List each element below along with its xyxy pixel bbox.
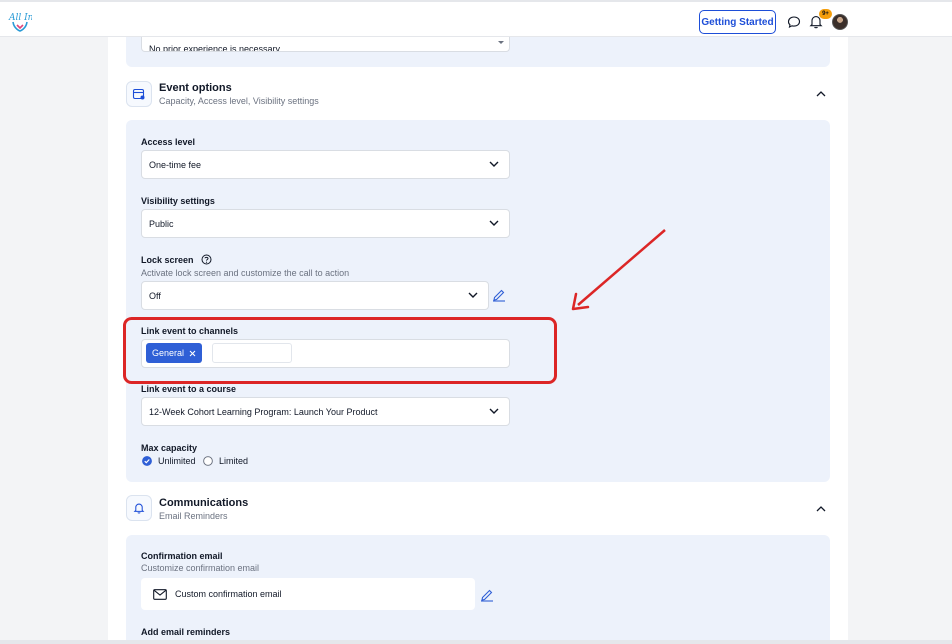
- communications-subtitle: Email Reminders: [159, 511, 228, 521]
- max-capacity-label: Max capacity: [141, 443, 198, 453]
- confirmation-email-label: Confirmation email: [141, 551, 223, 561]
- email-reminders-label: Add email reminders: [141, 627, 231, 637]
- link-course-select[interactable]: 12-Week Cohort Learning Program: Launch …: [141, 397, 510, 426]
- link-channels-label: Link event to channels: [141, 326, 239, 336]
- svg-text:All In: All In: [8, 13, 32, 23]
- confirmation-email-row-label: Custom confirmation email: [175, 589, 282, 599]
- access-level-select[interactable]: One-time fee: [141, 150, 510, 179]
- avatar[interactable]: [832, 14, 848, 30]
- getting-started-button[interactable]: Getting Started: [699, 10, 776, 34]
- channel-chip-label: General: [152, 348, 185, 358]
- edit-pencil-icon[interactable]: [492, 288, 506, 302]
- help-circle-icon[interactable]: [201, 254, 212, 265]
- calendar-settings-icon: [132, 88, 145, 100]
- lock-screen-label: Lock screen: [141, 255, 194, 265]
- radio-limited-label[interactable]: Limited: [219, 456, 248, 466]
- channel-chip[interactable]: General: [146, 343, 203, 363]
- event-options-subtitle: Capacity, Access level, Visibility setti…: [159, 96, 319, 106]
- chevron-down-icon: [489, 161, 499, 167]
- chevron-down-icon: [489, 408, 499, 414]
- event-options-title: Event options: [159, 82, 232, 94]
- radio-unlimited-checked[interactable]: [142, 456, 152, 466]
- communications-icon-box: [126, 495, 152, 521]
- lock-screen-select[interactable]: Off: [141, 281, 489, 310]
- link-course-value: 12-Week Cohort Learning Program: Launch …: [149, 406, 378, 417]
- prev-dropdown[interactable]: No prior experience is necessary: [141, 37, 510, 52]
- visibility-label: Visibility settings: [141, 196, 215, 206]
- app-logo[interactable]: All In: [8, 9, 32, 33]
- link-course-label: Link event to a course: [141, 384, 237, 394]
- chat-icon[interactable]: [787, 15, 801, 29]
- top-bar: All In Getting Started 9+: [0, 0, 952, 37]
- access-level-label: Access level: [141, 137, 196, 147]
- confirmation-email-helper: Customize confirmation email: [141, 563, 260, 573]
- event-options-icon-box: [126, 81, 152, 107]
- radio-limited[interactable]: [203, 456, 213, 466]
- visibility-value: Public: [149, 218, 174, 229]
- communications-title: Communications: [159, 497, 249, 509]
- radio-unlimited-label[interactable]: Unlimited: [158, 456, 196, 466]
- chevron-down-icon: [468, 292, 478, 298]
- confirmation-email-row[interactable]: Custom confirmation email: [141, 578, 475, 610]
- close-icon[interactable]: [189, 350, 196, 357]
- notification-badge: 9+: [819, 9, 832, 19]
- channel-search-input[interactable]: [212, 343, 292, 363]
- bottom-edge: [0, 640, 952, 644]
- edit-pencil-icon[interactable]: [480, 588, 494, 602]
- caret-down-icon: [498, 41, 504, 44]
- access-level-value: One-time fee: [149, 159, 202, 170]
- lock-screen-helper: Activate lock screen and customize the c…: [141, 268, 350, 278]
- mail-icon: [153, 588, 167, 600]
- visibility-select[interactable]: Public: [141, 209, 510, 238]
- bell-icon: [133, 503, 145, 514]
- collapse-chevron-icon[interactable]: [816, 505, 826, 512]
- lock-screen-value: Off: [149, 290, 161, 301]
- collapse-chevron-icon[interactable]: [816, 90, 826, 97]
- prev-dropdown-value: No prior experience is necessary: [149, 44, 281, 52]
- chevron-down-icon: [489, 220, 499, 226]
